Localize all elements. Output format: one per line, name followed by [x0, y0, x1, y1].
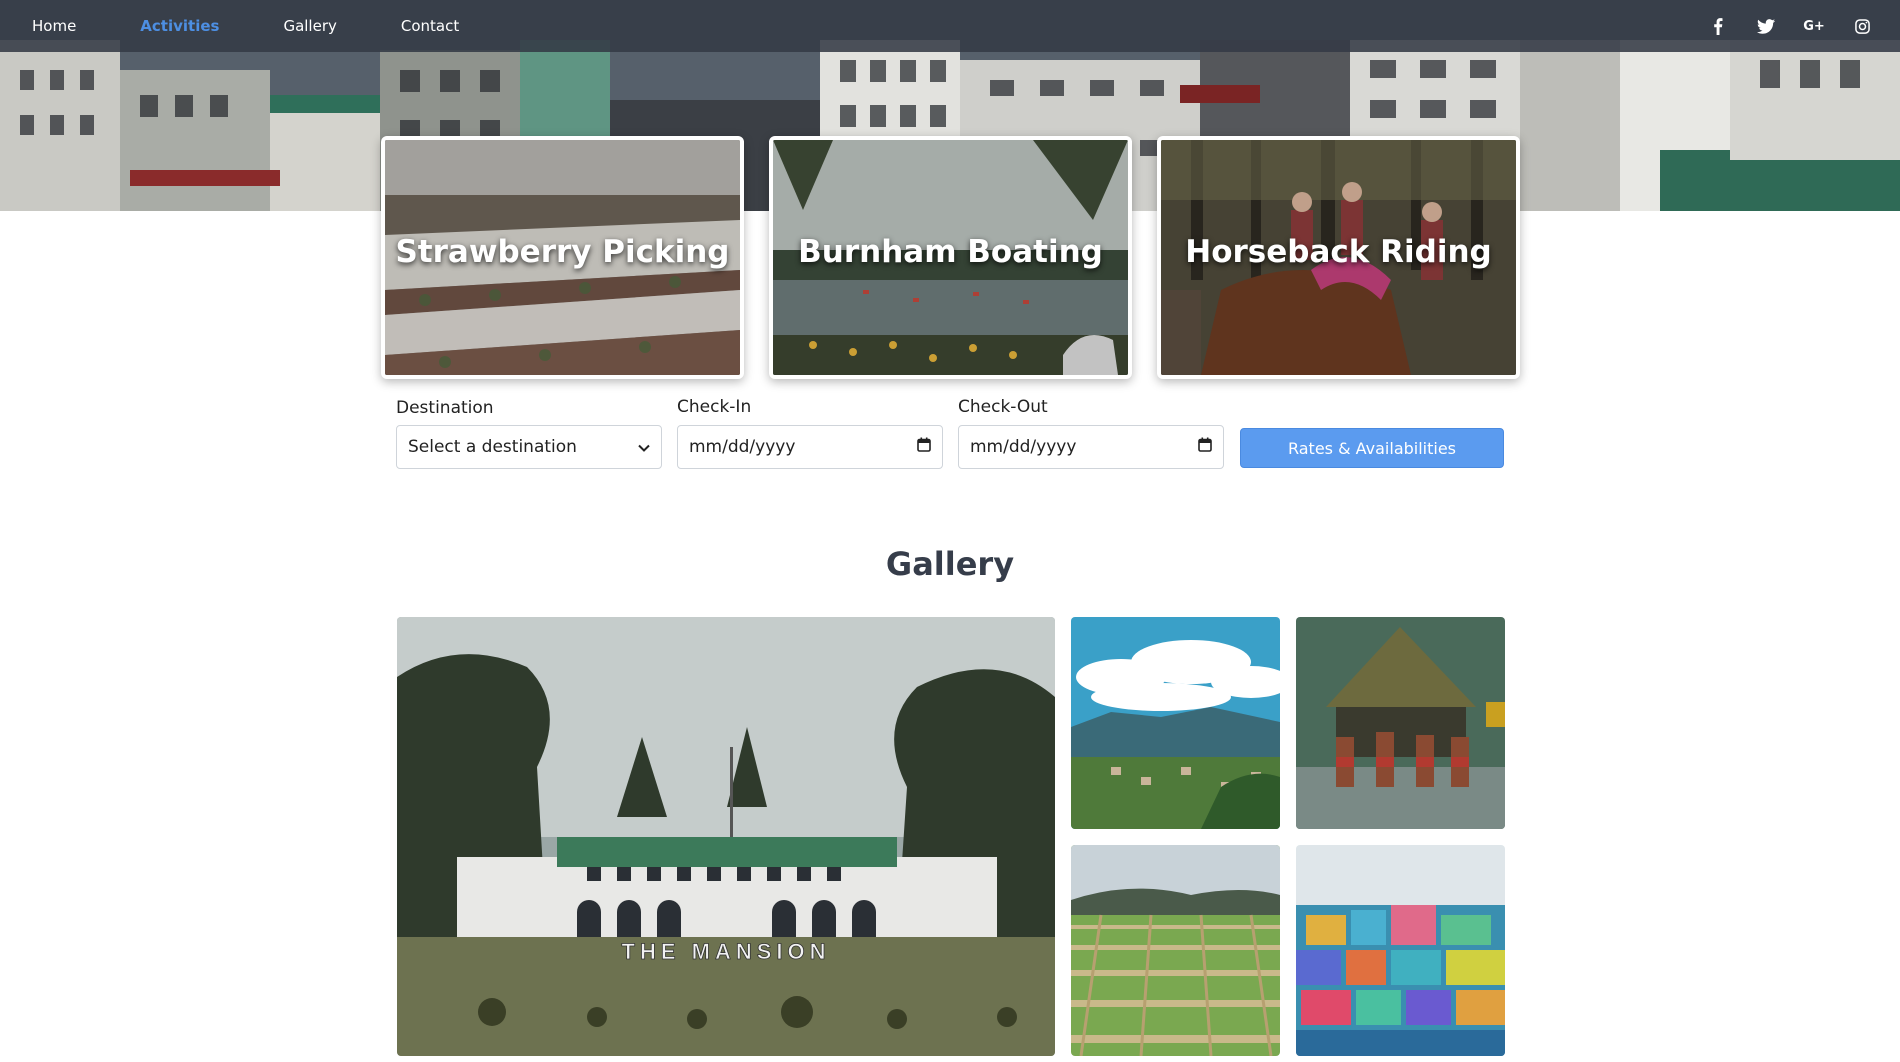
- nav-home-link[interactable]: Home: [32, 17, 76, 35]
- twitter-icon[interactable]: [1742, 6, 1790, 46]
- activity-card-burnham-boating[interactable]: Burnham Boating: [769, 136, 1132, 379]
- rates-availabilities-button[interactable]: Rates & Availabilities: [1240, 428, 1504, 468]
- activity-card-title: Horseback Riding: [1185, 234, 1492, 270]
- instagram-icon[interactable]: [1838, 6, 1886, 46]
- chevron-down-icon: [638, 437, 650, 457]
- nav-activities-link[interactable]: Activities: [140, 17, 219, 35]
- calendar-icon[interactable]: [1198, 437, 1212, 457]
- google-plus-label: G+: [1803, 18, 1825, 34]
- nav-links: Home Activities Gallery Contact: [32, 17, 523, 35]
- gallery-image-dancers[interactable]: [1296, 617, 1505, 829]
- destination-select-value: Select a destination: [408, 437, 577, 457]
- gallery-image-farm-terraces[interactable]: [1071, 845, 1280, 1056]
- mansion-image: THE MANSION: [397, 617, 1055, 1056]
- activity-card-title: Burnham Boating: [798, 234, 1103, 270]
- colorful-houses-image: [1296, 845, 1505, 1056]
- cultural-dance-image: [1296, 617, 1505, 829]
- gallery-image-mansion[interactable]: THE MANSION: [397, 617, 1055, 1056]
- checkout-placeholder: mm/dd/yyyy: [970, 437, 1077, 457]
- gallery-image-mountains[interactable]: [1071, 617, 1280, 829]
- google-plus-icon[interactable]: G+: [1790, 6, 1838, 46]
- destination-label: Destination: [396, 398, 494, 418]
- activity-card-strawberry-picking[interactable]: Strawberry Picking: [381, 136, 744, 379]
- social-links: G+: [1694, 6, 1886, 46]
- vegetable-terraces-image: [1071, 845, 1280, 1056]
- calendar-icon[interactable]: [917, 437, 931, 457]
- checkout-date-input[interactable]: mm/dd/yyyy: [958, 425, 1224, 469]
- checkin-placeholder: mm/dd/yyyy: [689, 437, 796, 457]
- top-navbar: Home Activities Gallery Contact G+: [0, 0, 1900, 52]
- checkin-date-input[interactable]: mm/dd/yyyy: [677, 425, 943, 469]
- destination-select[interactable]: Select a destination: [396, 425, 662, 469]
- checkin-label: Check-In: [677, 397, 752, 417]
- mansion-sign-text: THE MANSION: [622, 939, 831, 964]
- activity-card-horseback-riding[interactable]: Horseback Riding: [1157, 136, 1520, 379]
- checkout-label: Check-Out: [958, 397, 1048, 417]
- gallery-image-colorful-houses[interactable]: [1296, 845, 1505, 1056]
- facebook-icon[interactable]: [1694, 6, 1742, 46]
- gallery-heading: Gallery: [885, 545, 1015, 583]
- nav-gallery-link[interactable]: Gallery: [283, 17, 336, 35]
- activity-card-title: Strawberry Picking: [395, 234, 730, 270]
- mountain-view-image: [1071, 617, 1280, 829]
- nav-contact-link[interactable]: Contact: [401, 17, 459, 35]
